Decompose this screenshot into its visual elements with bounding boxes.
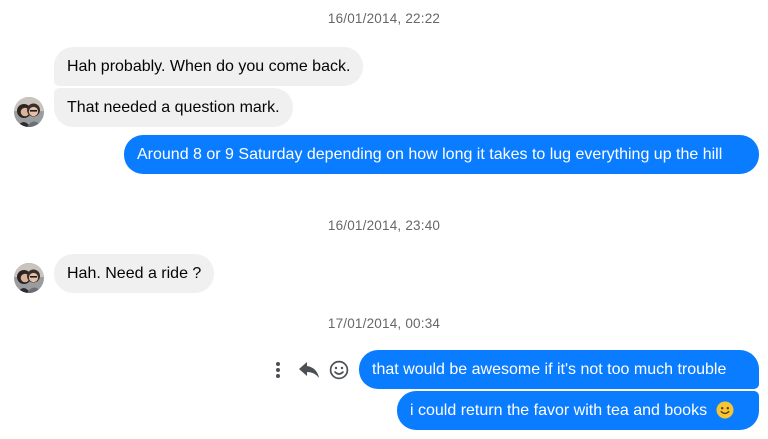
avatar-photo-icon bbox=[14, 263, 44, 293]
message-text: That needed a question mark. bbox=[67, 99, 280, 116]
message-text: i could return the favor with tea and bo… bbox=[410, 402, 708, 419]
more-options-button[interactable] bbox=[268, 360, 288, 380]
message-text: Around 8 or 9 Saturday depending on how … bbox=[137, 146, 723, 163]
timestamp: 17/01/2014, 00:34 bbox=[327, 316, 441, 331]
reply-button[interactable] bbox=[297, 359, 321, 381]
contact-avatar[interactable] bbox=[14, 263, 44, 293]
message-text: Hah. Need a ride ? bbox=[67, 265, 202, 282]
timestamp: 16/01/2014, 22:22 bbox=[327, 11, 441, 26]
message-bubble-outgoing[interactable]: that would be awesome if it's not too mu… bbox=[359, 350, 759, 389]
contact-avatar[interactable] bbox=[14, 97, 44, 127]
message-bubble-incoming[interactable]: That needed a question mark. bbox=[54, 88, 293, 127]
smiling-emoji-icon bbox=[716, 401, 734, 419]
smiley-icon bbox=[329, 360, 349, 380]
message-text: Hah probably. When do you come back. bbox=[67, 58, 351, 75]
message-bubble-outgoing[interactable]: Around 8 or 9 Saturday depending on how … bbox=[124, 135, 759, 174]
message-bubble-incoming[interactable]: Hah probably. When do you come back. bbox=[54, 47, 364, 86]
message-bubble-incoming[interactable]: Hah. Need a ride ? bbox=[54, 254, 215, 293]
reply-icon bbox=[299, 362, 319, 378]
react-button[interactable] bbox=[328, 359, 350, 381]
timestamp: 16/01/2014, 23:40 bbox=[327, 218, 441, 233]
message-bubble-outgoing[interactable]: i could return the favor with tea and bo… bbox=[397, 391, 759, 430]
more-vertical-icon bbox=[276, 362, 280, 378]
avatar-photo-icon bbox=[14, 97, 44, 127]
message-text: that would be awesome if it's not too mu… bbox=[372, 361, 727, 378]
